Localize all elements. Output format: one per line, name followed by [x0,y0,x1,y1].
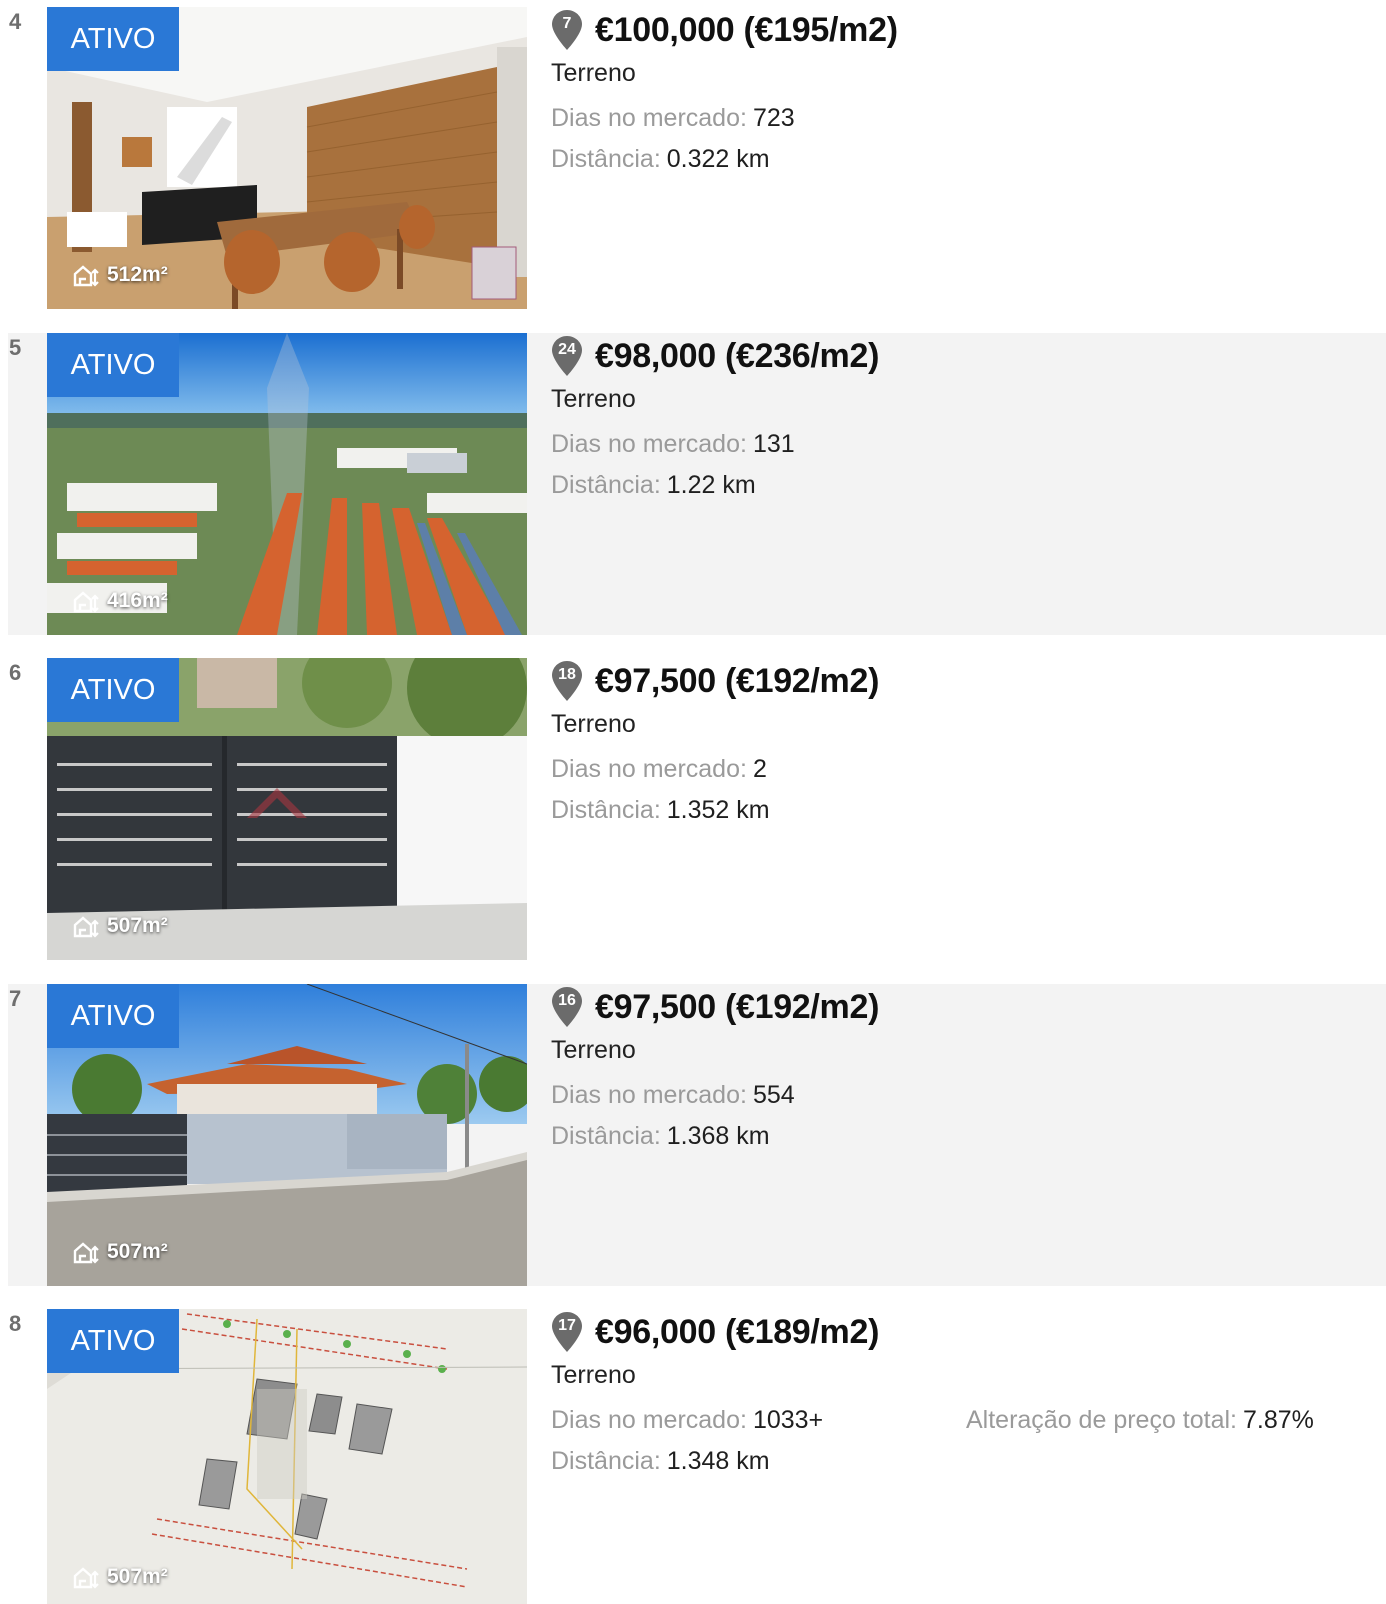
distance-value: 1.348 km [666,1447,770,1475]
property-type: Terreno [551,385,636,413]
days-on-market-label: Dias no mercado: [551,430,747,458]
listing-row[interactable]: 6 ATIVO 507m² 18 €97,500 (€192/m2) Terre… [8,658,1386,960]
area-info: 507m² [71,1238,168,1266]
map-pin-icon[interactable]: 18 [551,660,583,702]
status-badge: ATIVO [47,658,179,722]
property-type: Terreno [551,59,636,87]
status-badge: ATIVO [47,984,179,1048]
distance: Distância: 1.352 km [551,796,770,825]
map-pin-number: 17 [558,1317,576,1334]
listing-index: 7 [9,986,22,1011]
area-value: 507m² [107,1565,168,1588]
listing-row[interactable]: 4 ATIVO 512m² 7 €100,000 (€195/m2) Terre… [8,7,1386,309]
map-pin-icon[interactable]: 16 [551,986,583,1028]
listing-info: 16 €97,500 (€192/m2) Terreno Dias no mer… [551,984,1386,1286]
listing-index: 5 [9,335,22,360]
days-on-market-label: Dias no mercado: [551,755,747,783]
listing-price[interactable]: €100,000 (€195/m2) [595,11,898,50]
status-badge: ATIVO [47,7,179,71]
listing-row[interactable]: 5 ATIVO 416m² 24 €98,000 (€236/m2) Terre… [8,333,1386,635]
distance-label: Distância: [551,471,661,499]
distance-value: 0.322 km [666,145,770,173]
listing-photo[interactable]: ATIVO 507m² [47,1309,527,1604]
listing-price[interactable]: €96,000 (€189/m2) [595,1313,879,1352]
distance: Distância: 0.322 km [551,145,770,174]
distance-label: Distância: [551,1122,661,1150]
listing-info: 7 €100,000 (€195/m2) Terreno Dias no mer… [551,7,1386,309]
area-info: 416m² [71,587,168,615]
total-price-change: Alteração de preço total: 7.87% [966,1406,1314,1435]
listing-photo[interactable]: ATIVO 507m² [47,658,527,960]
days-on-market: Dias no mercado: 723 [551,104,795,133]
listing-index: 6 [9,660,22,685]
days-on-market: Dias no mercado: 1033+ [551,1406,823,1435]
status-badge: ATIVO [47,333,179,397]
map-pin-number: 7 [562,15,572,32]
listing-row[interactable]: 8 ATIVO 507m² 17 €96,000 (€189/m2) Terre… [8,1309,1386,1604]
distance: Distância: 1.22 km [551,471,756,500]
map-pin-number: 16 [558,992,576,1009]
days-on-market-value: 723 [752,104,795,132]
listing-info: 24 €98,000 (€236/m2) Terreno Dias no mer… [551,333,1386,635]
distance-label: Distância: [551,1447,661,1475]
land-area-icon [71,1563,99,1591]
map-pin-icon[interactable]: 7 [551,9,583,51]
comparable-listings: 4 ATIVO 512m² 7 €100,000 (€195/m2) Terre… [0,0,1386,1604]
days-on-market-label: Dias no mercado: [551,1406,747,1434]
area-value: 512m² [107,263,168,286]
days-on-market-label: Dias no mercado: [551,1081,747,1109]
land-area-icon [71,1238,99,1266]
listing-index: 4 [9,9,22,34]
listing-price[interactable]: €97,500 (€192/m2) [595,662,879,701]
distance-value: 1.22 km [666,471,756,499]
property-type: Terreno [551,1036,636,1064]
land-area-icon [71,261,99,289]
area-info: 512m² [71,261,168,289]
listing-row[interactable]: 7 ATIVO 507m² 16 €97,500 (€192/m2) Terre… [8,984,1386,1286]
listing-price[interactable]: €98,000 (€236/m2) [595,337,879,376]
days-on-market-label: Dias no mercado: [551,104,747,132]
days-on-market-value: 554 [752,1081,795,1109]
land-area-icon [71,912,99,940]
days-on-market: Dias no mercado: 131 [551,430,795,459]
area-value: 507m² [107,1240,168,1263]
area-value: 416m² [107,589,168,612]
map-pin-number: 24 [558,341,576,358]
distance: Distância: 1.348 km [551,1447,770,1476]
listing-info: 18 €97,500 (€192/m2) Terreno Dias no mer… [551,658,1386,960]
days-on-market-value: 2 [752,755,767,783]
total-price-change-label: Alteração de preço total: [966,1406,1237,1434]
days-on-market-value: 131 [752,430,795,458]
listing-photo[interactable]: ATIVO 416m² [47,333,527,635]
map-pin-number: 18 [558,666,576,683]
total-price-change-value: 7.87% [1243,1406,1314,1434]
listing-price[interactable]: €97,500 (€192/m2) [595,988,879,1027]
area-value: 507m² [107,914,168,937]
area-info: 507m² [71,912,168,940]
listing-index: 8 [9,1311,22,1336]
map-pin-icon[interactable]: 17 [551,1311,583,1353]
listing-photo[interactable]: ATIVO 507m² [47,984,527,1286]
map-pin-icon[interactable]: 24 [551,335,583,377]
distance-value: 1.368 km [666,1122,770,1150]
distance-label: Distância: [551,796,661,824]
land-area-icon [71,587,99,615]
days-on-market-value: 1033+ [752,1406,824,1434]
listing-photo[interactable]: ATIVO 512m² [47,7,527,309]
distance-label: Distância: [551,145,661,173]
status-badge: ATIVO [47,1309,179,1373]
distance-value: 1.352 km [666,796,770,824]
listing-info: 17 €96,000 (€189/m2) Terreno Dias no mer… [551,1309,1386,1604]
days-on-market: Dias no mercado: 554 [551,1081,795,1110]
property-type: Terreno [551,1361,636,1389]
property-type: Terreno [551,710,636,738]
area-info: 507m² [71,1563,168,1591]
days-on-market: Dias no mercado: 2 [551,755,767,784]
distance: Distância: 1.368 km [551,1122,770,1151]
